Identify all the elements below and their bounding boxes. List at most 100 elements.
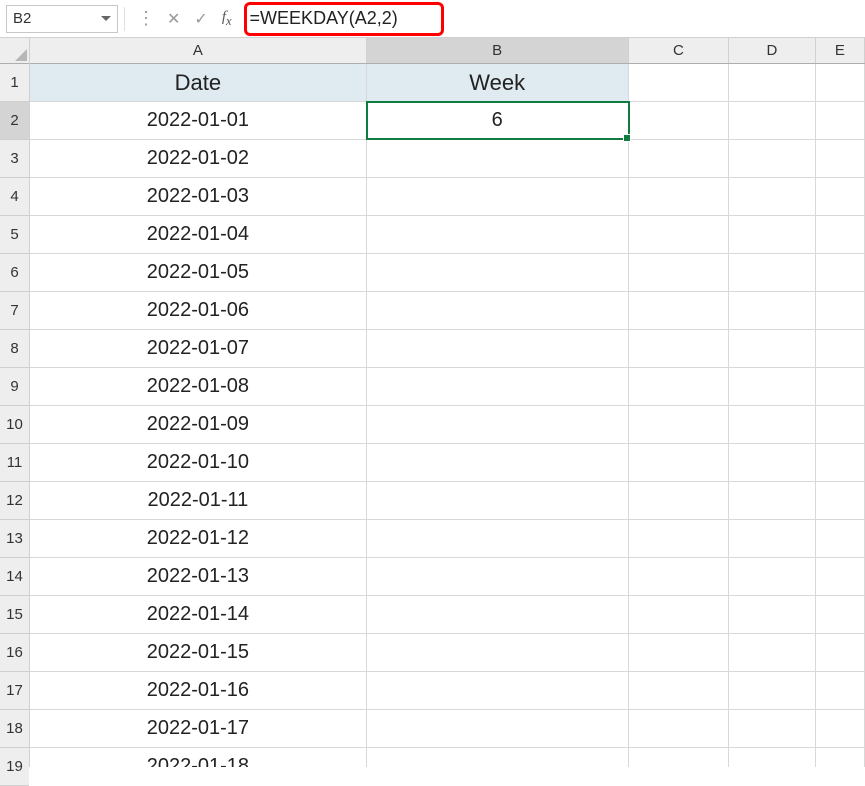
cell-B11[interactable] xyxy=(367,444,629,481)
cell-B12[interactable] xyxy=(367,482,629,519)
row-header-6[interactable]: 6 xyxy=(0,254,29,292)
cell-B17[interactable] xyxy=(367,672,629,709)
cell-A16[interactable]: 2022-01-15 xyxy=(30,634,367,671)
chevron-down-icon[interactable] xyxy=(101,16,111,21)
cell-B9[interactable] xyxy=(367,368,629,405)
fx-icon[interactable]: fx xyxy=(222,9,232,29)
cell-A7[interactable]: 2022-01-06 xyxy=(30,292,367,329)
cell-A18[interactable]: 2022-01-17 xyxy=(30,710,367,747)
cell-B13[interactable] xyxy=(367,520,629,557)
cell-A9[interactable]: 2022-01-08 xyxy=(30,368,367,405)
cell-D14[interactable] xyxy=(729,558,816,595)
cell-C18[interactable] xyxy=(629,710,729,747)
cell-A3[interactable]: 2022-01-02 xyxy=(30,140,367,177)
row-header-7[interactable]: 7 xyxy=(0,292,29,330)
column-header-C[interactable]: C xyxy=(629,38,729,63)
cell-B14[interactable] xyxy=(367,558,629,595)
cell-B3[interactable] xyxy=(367,140,629,177)
cell-B19[interactable] xyxy=(367,748,629,767)
row-header-18[interactable]: 18 xyxy=(0,710,29,748)
cell-D6[interactable] xyxy=(729,254,816,291)
column-header-D[interactable]: D xyxy=(729,38,816,63)
cell-A2[interactable]: 2022-01-01 xyxy=(30,102,367,139)
cell-B6[interactable] xyxy=(367,254,629,291)
row-header-15[interactable]: 15 xyxy=(0,596,29,634)
cell-D8[interactable] xyxy=(729,330,816,367)
cell-A5[interactable]: 2022-01-04 xyxy=(30,216,367,253)
cell-D19[interactable] xyxy=(729,748,816,767)
cell-B2[interactable]: 6 xyxy=(367,102,629,139)
cell-E10[interactable] xyxy=(816,406,865,443)
cell-C2[interactable] xyxy=(629,102,729,139)
row-header-1[interactable]: 1 xyxy=(0,64,29,102)
cell-C13[interactable] xyxy=(629,520,729,557)
row-header-3[interactable]: 3 xyxy=(0,140,29,178)
enter-icon[interactable]: ✓ xyxy=(194,9,207,29)
cell-D5[interactable] xyxy=(729,216,816,253)
cell-C15[interactable] xyxy=(629,596,729,633)
cell-E19[interactable] xyxy=(816,748,865,767)
cell-C4[interactable] xyxy=(629,178,729,215)
cell-C8[interactable] xyxy=(629,330,729,367)
cell-C7[interactable] xyxy=(629,292,729,329)
cell-B7[interactable] xyxy=(367,292,629,329)
cell-D10[interactable] xyxy=(729,406,816,443)
cell-B1[interactable]: Week xyxy=(367,64,629,101)
row-header-17[interactable]: 17 xyxy=(0,672,29,710)
cell-B18[interactable] xyxy=(367,710,629,747)
row-header-8[interactable]: 8 xyxy=(0,330,29,368)
cell-E9[interactable] xyxy=(816,368,865,405)
cell-E15[interactable] xyxy=(816,596,865,633)
cell-A12[interactable]: 2022-01-11 xyxy=(30,482,367,519)
cell-C17[interactable] xyxy=(629,672,729,709)
cell-A14[interactable]: 2022-01-13 xyxy=(30,558,367,595)
cell-E2[interactable] xyxy=(816,102,865,139)
cell-B5[interactable] xyxy=(367,216,629,253)
cell-C1[interactable] xyxy=(629,64,729,101)
cell-B16[interactable] xyxy=(367,634,629,671)
cell-C10[interactable] xyxy=(629,406,729,443)
cell-A13[interactable]: 2022-01-12 xyxy=(30,520,367,557)
cell-A17[interactable]: 2022-01-16 xyxy=(30,672,367,709)
cell-C16[interactable] xyxy=(629,634,729,671)
row-header-19[interactable]: 19 xyxy=(0,748,29,786)
cell-C14[interactable] xyxy=(629,558,729,595)
cell-D18[interactable] xyxy=(729,710,816,747)
cell-D16[interactable] xyxy=(729,634,816,671)
name-box[interactable]: B2 xyxy=(6,5,118,33)
cell-E5[interactable] xyxy=(816,216,865,253)
cell-B4[interactable] xyxy=(367,178,629,215)
row-header-4[interactable]: 4 xyxy=(0,178,29,216)
row-header-12[interactable]: 12 xyxy=(0,482,29,520)
cell-C12[interactable] xyxy=(629,482,729,519)
row-header-2[interactable]: 2 xyxy=(0,102,29,140)
column-header-E[interactable]: E xyxy=(816,38,865,63)
cell-A8[interactable]: 2022-01-07 xyxy=(30,330,367,367)
cell-D7[interactable] xyxy=(729,292,816,329)
cell-E14[interactable] xyxy=(816,558,865,595)
cell-E1[interactable] xyxy=(816,64,865,101)
row-header-10[interactable]: 10 xyxy=(0,406,29,444)
cell-D2[interactable] xyxy=(729,102,816,139)
cell-C9[interactable] xyxy=(629,368,729,405)
cell-B15[interactable] xyxy=(367,596,629,633)
cell-A1[interactable]: Date xyxy=(30,64,367,101)
cell-D3[interactable] xyxy=(729,140,816,177)
cancel-icon[interactable]: ✕ xyxy=(167,9,180,29)
row-header-11[interactable]: 11 xyxy=(0,444,29,482)
cell-D1[interactable] xyxy=(729,64,816,101)
cell-E7[interactable] xyxy=(816,292,865,329)
cell-E17[interactable] xyxy=(816,672,865,709)
cell-B8[interactable] xyxy=(367,330,629,367)
cell-E12[interactable] xyxy=(816,482,865,519)
row-header-5[interactable]: 5 xyxy=(0,216,29,254)
cell-E18[interactable] xyxy=(816,710,865,747)
cell-E11[interactable] xyxy=(816,444,865,481)
cell-D4[interactable] xyxy=(729,178,816,215)
cell-D13[interactable] xyxy=(729,520,816,557)
cell-A11[interactable]: 2022-01-10 xyxy=(30,444,367,481)
cell-D17[interactable] xyxy=(729,672,816,709)
cell-D15[interactable] xyxy=(729,596,816,633)
column-header-A[interactable]: A xyxy=(30,38,367,63)
row-header-14[interactable]: 14 xyxy=(0,558,29,596)
